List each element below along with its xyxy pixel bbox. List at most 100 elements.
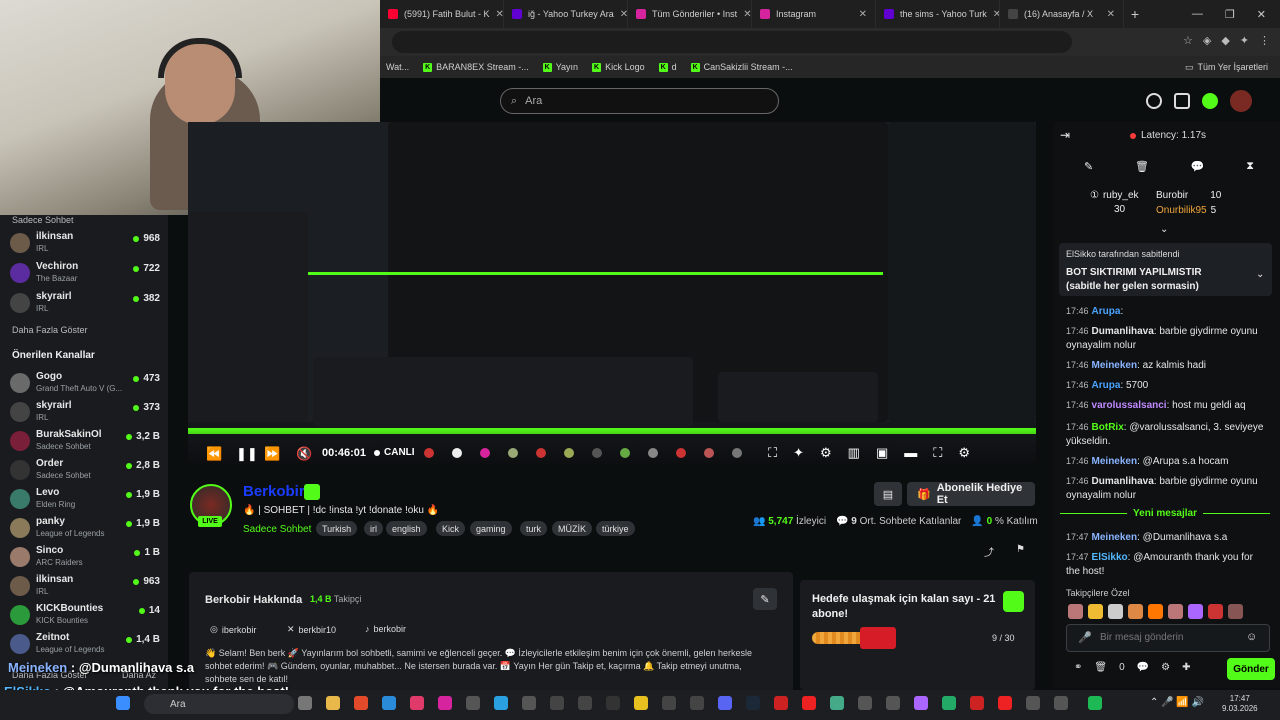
new-tab-button[interactable]: + bbox=[1124, 6, 1146, 22]
wallet-icon[interactable] bbox=[1174, 93, 1190, 109]
emote-icon[interactable] bbox=[676, 448, 686, 458]
url-input[interactable] bbox=[392, 31, 1072, 53]
sidebar-channel[interactable]: Vechiron The Bazaar 722 bbox=[10, 261, 160, 289]
emote-icon[interactable] bbox=[1188, 604, 1203, 619]
star-icon[interactable]: ☆ bbox=[1183, 34, 1193, 47]
chrome-icon[interactable] bbox=[830, 696, 844, 710]
emote-icon[interactable] bbox=[1088, 604, 1103, 619]
report-icon[interactable]: ⚑ bbox=[1016, 544, 1025, 555]
bookmark[interactable]: K BARAN8EX Stream -... bbox=[423, 62, 529, 72]
link-icon[interactable]: ⚭ bbox=[1074, 662, 1082, 673]
emote-icon[interactable] bbox=[480, 448, 490, 458]
browser-tab[interactable]: Tüm Gönderiler • Inst ✕ bbox=[628, 0, 752, 28]
edge-icon[interactable] bbox=[382, 696, 396, 710]
app-icon[interactable] bbox=[466, 696, 480, 710]
sidebar-channel[interactable]: ilkinsan IRL 968 bbox=[10, 231, 160, 259]
bookmark[interactable]: K Kick Logo bbox=[592, 62, 645, 72]
avatar[interactable] bbox=[1230, 90, 1252, 112]
app-icon[interactable] bbox=[690, 696, 704, 710]
browser-tab[interactable]: Instagram ✕ bbox=[752, 0, 876, 28]
close-tab-icon[interactable]: ✕ bbox=[859, 9, 867, 20]
emote-icon[interactable] bbox=[564, 448, 574, 458]
menu-icon[interactable]: ⋮ bbox=[1259, 34, 1270, 47]
sidebar-channel[interactable]: Order Sadece Sohbet 2,8 B bbox=[10, 458, 160, 486]
emote-icon[interactable] bbox=[648, 448, 658, 458]
gift-subscription-button[interactable]: 🎁 Abonelik Hediye Et bbox=[907, 482, 1035, 506]
chat-bubble-icon[interactable]: 💬 bbox=[1137, 662, 1149, 673]
app-icon[interactable] bbox=[774, 696, 788, 710]
system-tray-icons[interactable]: ⌃ 🎤 📶 🔊 bbox=[1150, 697, 1204, 708]
app-icon[interactable] bbox=[522, 696, 536, 710]
hourglass-icon[interactable]: ⧗ bbox=[1246, 160, 1254, 173]
theater-icon[interactable]: ▥ bbox=[848, 445, 860, 461]
close-tab-icon[interactable]: ✕ bbox=[496, 9, 503, 20]
microphone-icon[interactable]: 🎤 bbox=[1078, 631, 1092, 644]
emote-icon[interactable] bbox=[452, 448, 462, 458]
twitter-icon[interactable] bbox=[494, 696, 508, 710]
emote-icon[interactable] bbox=[1108, 604, 1123, 619]
close-tab-icon[interactable]: ✕ bbox=[743, 9, 751, 20]
tag[interactable]: gaming bbox=[470, 521, 512, 536]
browser-tab[interactable]: (16) Anasayfa / X ✕ bbox=[1000, 0, 1124, 28]
sidebar-channel[interactable]: Levo Elden Ring 1,9 B bbox=[10, 487, 160, 515]
bookmark-button[interactable]: ▤ bbox=[874, 482, 902, 506]
instagram-icon[interactable] bbox=[438, 696, 452, 710]
app-icon[interactable] bbox=[662, 696, 676, 710]
kick-logo-icon[interactable] bbox=[1202, 93, 1218, 109]
pip-icon[interactable]: ▣ bbox=[876, 445, 888, 461]
task-view-icon[interactable] bbox=[298, 696, 312, 710]
sidebar-channel[interactable]: skyrairl IRL 373 bbox=[10, 400, 160, 428]
emote-icon[interactable] bbox=[732, 448, 742, 458]
close-tab-icon[interactable]: ✕ bbox=[993, 9, 999, 20]
emote-icon[interactable] bbox=[1228, 604, 1243, 619]
windows-start-icon[interactable] bbox=[116, 696, 130, 710]
sidebar-channel[interactable]: panky League of Legends 1,9 B bbox=[10, 516, 160, 544]
close-tab-icon[interactable]: ✕ bbox=[620, 9, 627, 20]
sidebar-channel[interactable]: Gogo Grand Theft Auto V (G... 473 bbox=[10, 371, 160, 399]
sparkle-icon[interactable]: ✦ bbox=[793, 445, 804, 461]
trash-icon[interactable]: 🗑 bbox=[1135, 160, 1149, 173]
app-icon[interactable] bbox=[1054, 696, 1068, 710]
opera-icon[interactable] bbox=[802, 696, 816, 710]
tag[interactable]: Kick bbox=[436, 521, 466, 536]
tag[interactable]: english bbox=[386, 521, 427, 536]
x-link[interactable]: ✕ berkbir10 bbox=[287, 624, 336, 635]
puzzle-icon[interactable]: ✦ bbox=[1240, 34, 1249, 47]
edit-button[interactable]: ✎ bbox=[753, 588, 777, 610]
snapchat-icon[interactable] bbox=[634, 696, 648, 710]
brave-icon[interactable] bbox=[354, 696, 368, 710]
minimize-icon[interactable]: — bbox=[1192, 8, 1203, 21]
pin-icon[interactable]: ✎ bbox=[1084, 160, 1093, 173]
emote-icon[interactable] bbox=[1168, 604, 1183, 619]
collapse-chat-icon[interactable]: ⇥ bbox=[1060, 128, 1070, 142]
yandex-icon[interactable] bbox=[998, 696, 1012, 710]
app-icon[interactable] bbox=[858, 696, 872, 710]
app-icon[interactable] bbox=[914, 696, 928, 710]
extension-icon[interactable]: ◈ bbox=[1203, 34, 1211, 47]
emoji-icon[interactable]: ☺ bbox=[1246, 631, 1257, 643]
media-icon[interactable] bbox=[410, 696, 424, 710]
file-explorer-icon[interactable] bbox=[326, 696, 340, 710]
sidebar-channel[interactable]: ilkinsan IRL 963 bbox=[10, 574, 160, 602]
epic-games-icon[interactable] bbox=[606, 696, 620, 710]
gear-icon[interactable]: ⚙ bbox=[958, 445, 970, 461]
sidebar-channel[interactable]: Zeitnot League of Legends 1,4 B bbox=[10, 632, 160, 660]
close-window-icon[interactable]: ✕ bbox=[1257, 8, 1266, 21]
sidebar-channel[interactable]: Sinco ARC Raiders 1 B bbox=[10, 545, 160, 573]
emote-icon[interactable] bbox=[1068, 604, 1083, 619]
chevron-down-icon[interactable]: ⌄ bbox=[1256, 269, 1264, 280]
fullscreen-icon[interactable]: ⛶ bbox=[933, 445, 942, 461]
mute-icon[interactable]: 🔇 bbox=[296, 446, 312, 462]
close-tab-icon[interactable]: ✕ bbox=[1107, 9, 1115, 20]
bookmark[interactable]: K Yayın bbox=[542, 62, 578, 72]
emote-icon[interactable] bbox=[592, 448, 602, 458]
bookmark[interactable]: K CanSakizlii Stream -... bbox=[690, 62, 793, 72]
settings-icon[interactable]: ⚙ bbox=[820, 445, 832, 461]
restore-icon[interactable]: ❐ bbox=[1225, 8, 1235, 21]
app-icon[interactable] bbox=[1026, 696, 1040, 710]
kick-icon[interactable]: ✚ bbox=[1182, 662, 1190, 673]
tag[interactable]: turk bbox=[520, 521, 548, 536]
bookmark[interactable]: Wat... bbox=[386, 62, 409, 72]
instagram-link[interactable]: ◎ iberkobir bbox=[210, 624, 256, 635]
sidebar-channel[interactable]: KICKBounties KICK Bounties 14 bbox=[10, 603, 160, 631]
